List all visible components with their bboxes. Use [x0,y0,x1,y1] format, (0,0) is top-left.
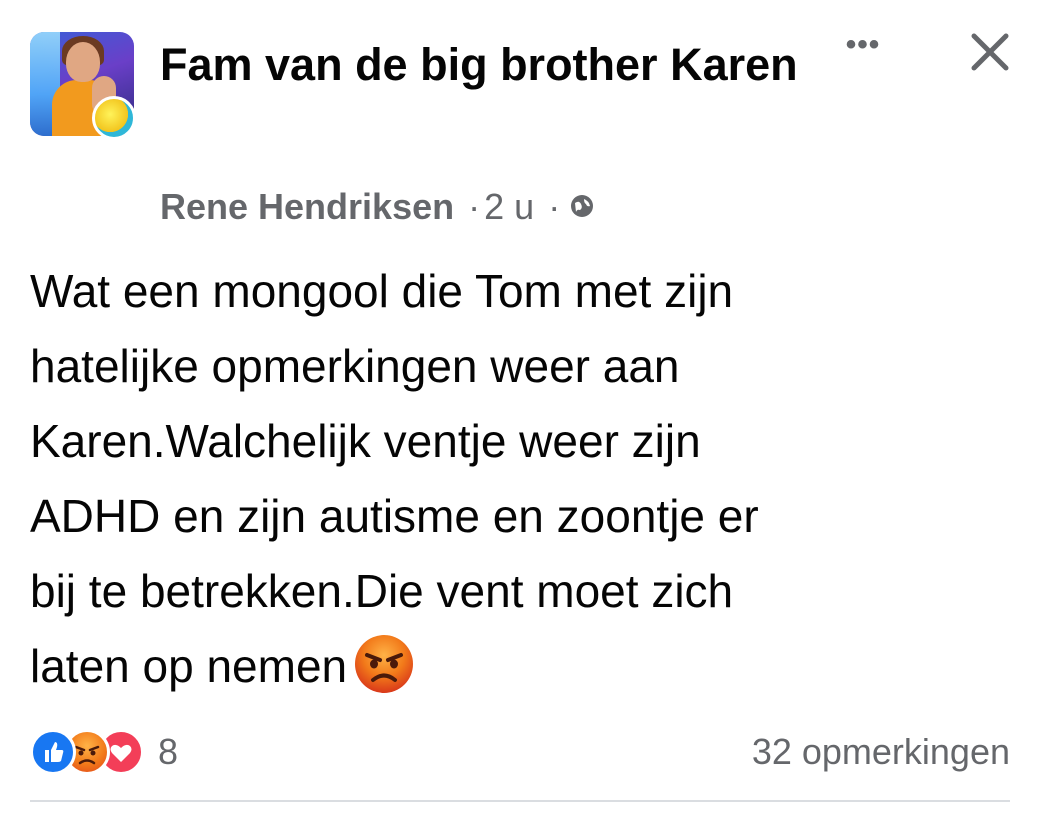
meta-separator: · [468,186,481,227]
facebook-post: Fam van de big brother Karen ••• Rene He… [0,0,1040,818]
author-name[interactable]: Rene Hendriksen [160,186,454,227]
more-options-button[interactable]: ••• [838,30,888,70]
action-bar-divider [30,800,1010,802]
comments-count-link[interactable]: 32 opmerkingen [752,728,1010,776]
post-body: Wat een mongool die Tom met zijn hatelij… [30,254,1020,704]
globe-icon [571,195,594,218]
post-body-text: Wat een mongool die Tom met zijn hatelij… [30,265,759,692]
reaction-summary[interactable]: 8 [30,728,178,776]
post-timestamp[interactable]: 2 u [484,186,534,227]
close-button[interactable] [966,28,1014,76]
group-name[interactable]: Fam van de big brother Karen [160,36,800,94]
close-icon [971,33,1009,71]
like-reaction-icon [30,729,76,775]
meta-separator: · [548,186,561,227]
post-meta: Rene Hendriksen · 2 u · [160,184,596,230]
group-avatar[interactable] [30,32,138,140]
reaction-count[interactable]: 8 [158,728,178,776]
author-profile-badge [92,96,136,140]
angry-face-emoji [355,634,414,693]
